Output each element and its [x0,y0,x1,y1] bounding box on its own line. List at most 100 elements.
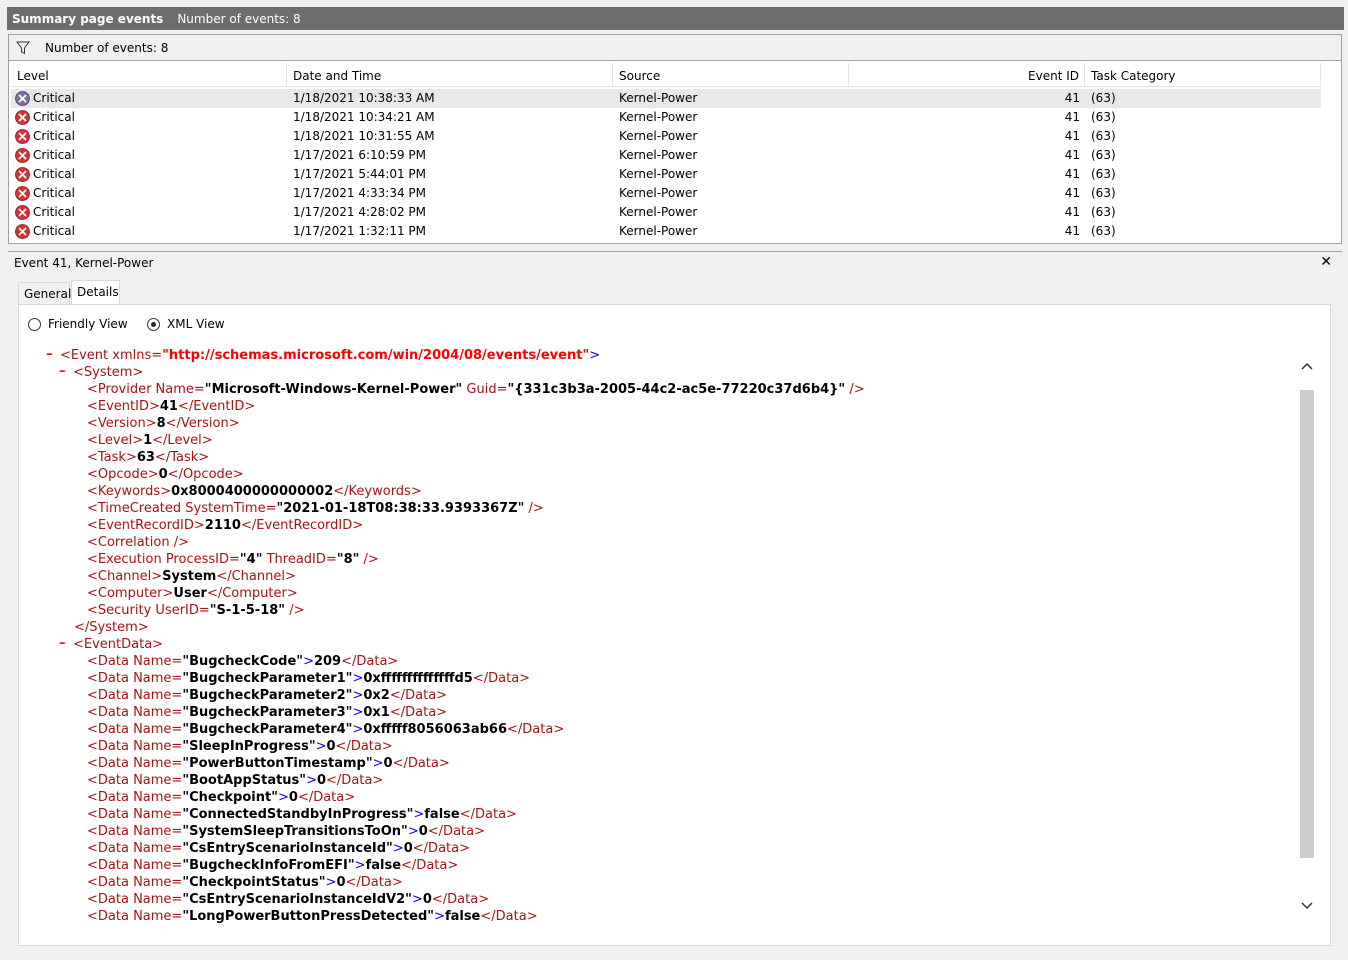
xml-tag: <Data Name= [87,875,183,890]
xml-data-line: <Data Name="BugcheckCode">209</Data> [87,653,398,670]
xml-value: 41 [159,399,178,414]
xml-data-value: 0 [336,875,346,890]
cell-source: Kernel-Power [619,148,698,162]
xml-value: User [173,586,207,601]
cell-source: Kernel-Power [619,186,698,200]
column-header-datetime[interactable]: Date and Time [287,63,613,87]
xml-system-line: <Execution ProcessID="4" ThreadID="8" /> [87,551,379,568]
xml-data-name: "BugcheckInfoFromEFI" [182,858,355,873]
xml-tag: </Data> [297,790,356,805]
xml-data-value: 209 [313,654,342,669]
table-row[interactable]: Critical 1/18/2021 10:38:33 AM Kernel-Powe… [11,89,1321,108]
xml-tag: <Level> [87,433,144,448]
xml-data-value: false [424,807,460,822]
xml-data-name: "PowerButtonTimestamp" [182,756,373,771]
critical-error-icon [15,129,30,144]
radio-circle-selected[interactable] [147,317,160,331]
collapse-toggle-icon[interactable]: – [46,347,53,362]
scrollbar-thumb[interactable] [1300,390,1314,858]
xml-value: System [162,569,217,584]
detail-title: Event 41, Kernel-Power [14,255,154,270]
xml-value: 8 [156,416,166,431]
xml-system-line: <Level>1</Level> [87,432,213,449]
cell-source: Kernel-Power [619,167,698,181]
xml-value: 1 [143,433,153,448]
xml-value: "2021-01-18T08:38:33.9393367Z" [276,501,525,516]
close-icon[interactable]: ✕ [1320,255,1332,269]
summary-title-bar: Summary page events Number of events: 8 [7,7,1344,30]
table-row[interactable]: Critical 1/17/2021 4:28:02 PM Kernel-Power… [11,203,1321,222]
xml-system-close: </System> [74,619,149,636]
table-row[interactable]: Critical 1/17/2021 1:32:11 PM Kernel-Power… [11,222,1321,241]
xml-view-radio[interactable]: XML View [147,317,225,331]
column-header-event-id[interactable]: Event ID [849,63,1085,87]
xml-system-line: <EventRecordID>2110</EventRecordID> [87,517,363,534]
xml-value: "{331c3b3a-2005-44c2-ac5e-77220c37d6b4}" [507,382,846,397]
cell-level: Critical [33,110,75,124]
xml-tag: </Data> [401,858,459,873]
scroll-down-icon[interactable] [1300,899,1314,913]
cell-datetime: 1/17/2021 6:10:59 PM [293,148,427,162]
cell-source: Kernel-Power [619,91,698,105]
xml-tag: </Data> [480,909,538,924]
xml-punct: > [392,841,404,856]
table-row[interactable]: Critical 1/17/2021 4:33:34 PM Kernel-Power… [11,184,1321,203]
xml-tag: </EventID> [177,399,256,414]
radio-circle[interactable] [28,317,41,331]
tab-general[interactable]: General [18,282,71,304]
table-row[interactable]: Critical 1/17/2021 6:10:59 PM Kernel-Power… [11,146,1321,165]
critical-error-icon [15,110,30,125]
xml-tag: <Data Name= [87,671,183,686]
cell-datetime: 1/17/2021 1:32:11 PM [293,224,427,238]
xml-data-name: "ConnectedStandbyInProgress" [182,807,414,822]
column-header-source[interactable]: Source [613,63,849,87]
xml-data-name: "CsEntryScenarioInstanceId" [182,841,393,856]
scroll-up-icon[interactable] [1300,359,1314,373]
table-row[interactable]: Critical 1/18/2021 10:31:55 AM Kernel-Powe… [11,127,1321,146]
xml-tag: /> [845,382,865,397]
xml-tag: </Opcode> [167,467,244,482]
cell-source: Kernel-Power [619,110,698,124]
vertical-scrollbar[interactable] [1298,345,1315,930]
friendly-view-radio[interactable]: Friendly View [28,317,128,331]
critical-error-icon [15,91,30,106]
xml-tag: </Data> [431,892,490,907]
filter-icon[interactable] [15,40,31,56]
xml-punct: > [277,790,289,805]
cell-datetime: 1/18/2021 10:31:55 AM [293,129,435,143]
column-header-level[interactable]: Level [11,63,287,87]
xml-tag: <Keywords> [87,484,172,499]
cell-task-category: (63) [1091,110,1116,124]
cell-event-id: 41 [1064,148,1080,162]
table-row[interactable]: Critical 1/17/2021 5:44:01 PM Kernel-Power… [11,165,1321,184]
xml-view-label: XML View [167,317,225,331]
xml-tag: </Channel> [216,569,296,584]
critical-error-icon [15,224,30,239]
xml-data-line: <Data Name="BootAppStatus">0</Data> [87,772,383,789]
xml-tag: </Version> [165,416,240,431]
cell-source: Kernel-Power [619,224,698,238]
xml-tag: </Level> [152,433,213,448]
xml-tag: </System> [74,620,149,635]
xml-tag: <Data Name= [87,858,183,873]
xml-tag: <Data Name= [87,824,183,839]
xml-data-line: <Data Name="PowerButtonTimestamp">0</Dat… [87,755,450,772]
collapse-toggle-icon[interactable]: – [59,636,66,651]
xml-data-name: "BugcheckCode" [182,654,304,669]
xml-eventdata-open: <EventData> [73,636,163,653]
xml-data-name: "BugcheckParameter4" [182,722,353,737]
xml-data-value: 0 [326,739,336,754]
xml-punct: > [372,756,384,771]
xml-tag: <Data Name= [87,807,183,822]
cell-task-category: (63) [1091,167,1116,181]
xml-data-value: 0 [403,841,413,856]
xml-tag: <Task> [87,450,137,465]
collapse-toggle-icon[interactable]: – [59,364,66,379]
xml-value: "4" [239,552,263,567]
xml-value: 2110 [204,518,241,533]
tab-details[interactable]: Details [71,280,120,304]
xml-view[interactable]: <Event xmlns="http://schemas.microsoft.c… [36,345,1298,930]
table-row[interactable]: Critical 1/18/2021 10:34:21 AM Kernel-Powe… [11,108,1321,127]
column-header-task-category[interactable]: Task Category [1085,63,1321,87]
xml-tag: </Computer> [206,586,298,601]
